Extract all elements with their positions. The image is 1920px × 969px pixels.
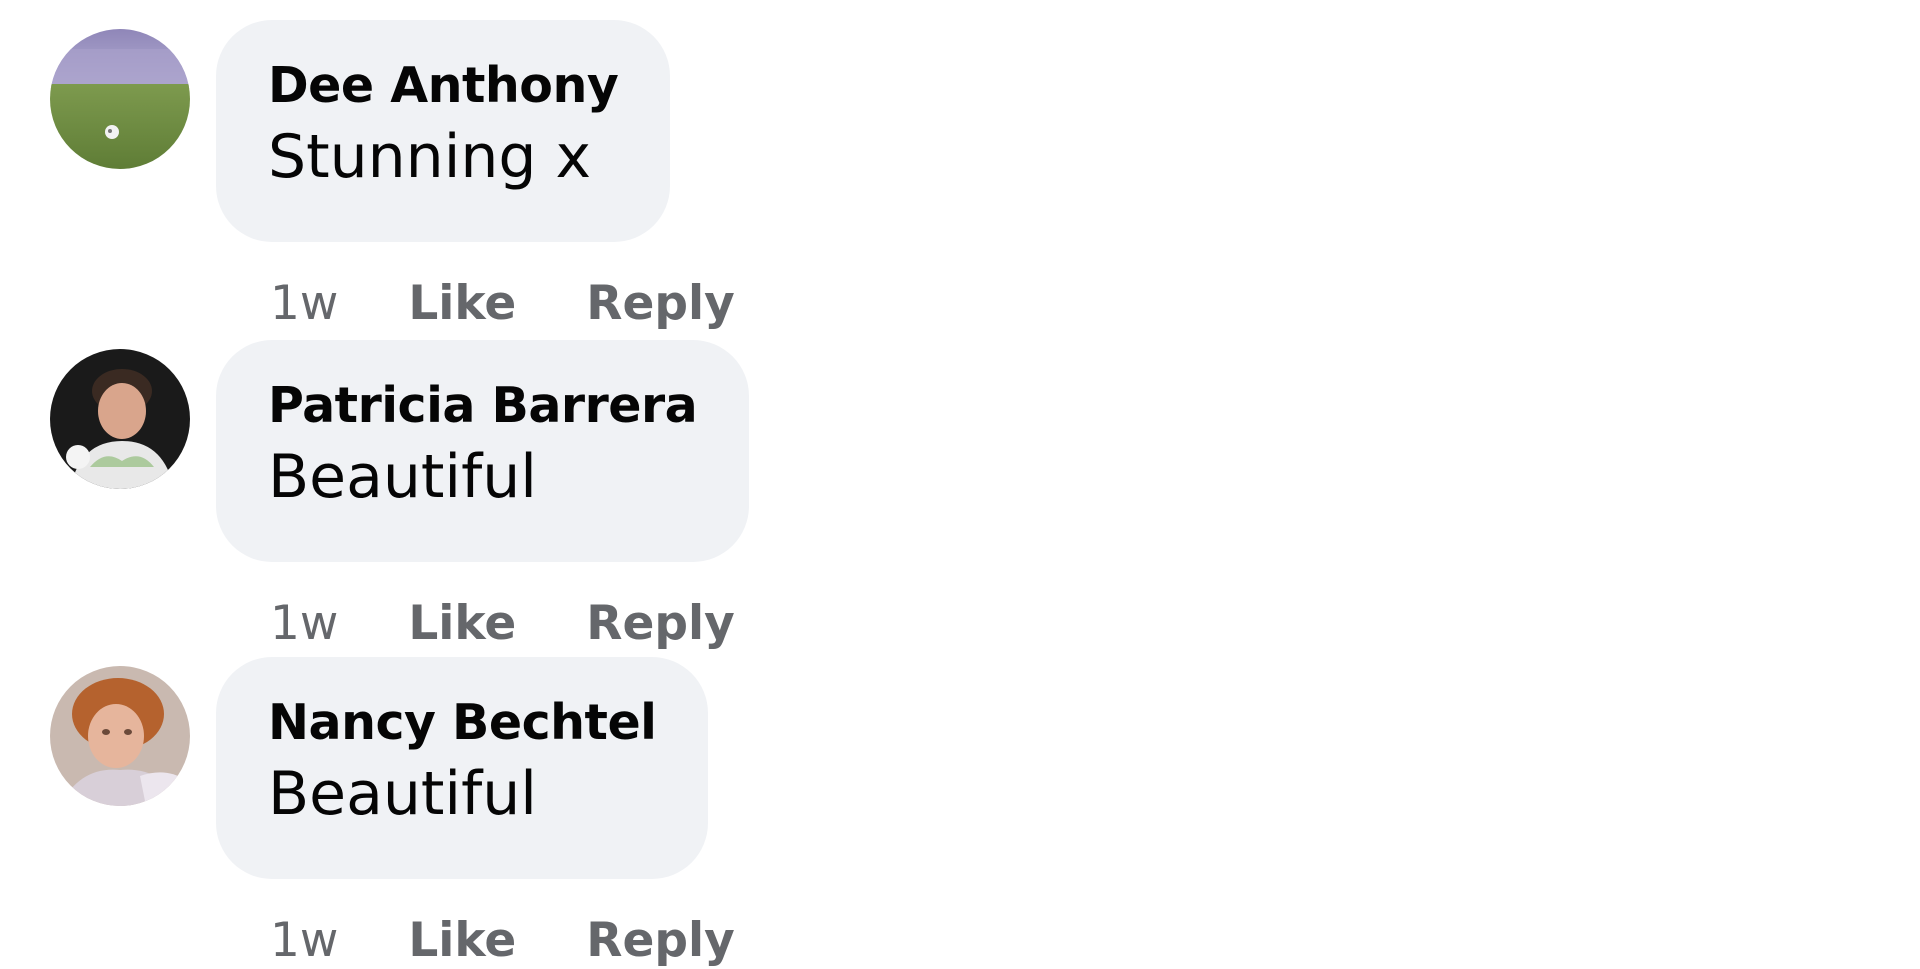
comment-actions: 1w Like Reply xyxy=(270,913,735,969)
comment-author-name[interactable]: Patricia Barrera xyxy=(268,376,698,436)
like-button[interactable]: Like xyxy=(408,596,516,652)
comment-actions: 1w Like Reply xyxy=(270,276,735,332)
comment-timestamp[interactable]: 1w xyxy=(270,913,338,969)
comment-item: Patricia Barrera Beautiful 1w Like Reply xyxy=(0,340,1000,651)
comment-timestamp[interactable]: 1w xyxy=(270,276,338,332)
comment-author-name[interactable]: Nancy Bechtel xyxy=(268,693,657,753)
avatar-photo-person-icon xyxy=(50,349,190,489)
comment-item: Nancy Bechtel Beautiful 1w Like Reply xyxy=(0,657,1000,968)
comment-actions: 1w Like Reply xyxy=(270,596,735,652)
reply-button[interactable]: Reply xyxy=(586,913,734,969)
comment-text: Beautiful xyxy=(268,759,537,829)
comment-text: Stunning x xyxy=(268,122,592,192)
avatar-photo-field-icon xyxy=(50,29,190,169)
comment-list: Dee Anthony Stunning x 1w Like Reply Patri… xyxy=(0,0,1920,968)
comment-text: Beautiful xyxy=(268,442,537,512)
avatar[interactable] xyxy=(50,666,190,806)
avatar-photo-person-icon xyxy=(50,666,190,806)
like-button[interactable]: Like xyxy=(408,276,516,332)
comment-bubble: Dee Anthony Stunning x xyxy=(216,20,671,242)
reply-button[interactable]: Reply xyxy=(586,596,734,652)
like-button[interactable]: Like xyxy=(408,913,516,969)
reply-button[interactable]: Reply xyxy=(586,276,734,332)
comment-timestamp[interactable]: 1w xyxy=(270,596,338,652)
avatar[interactable] xyxy=(50,349,190,489)
avatar[interactable] xyxy=(50,29,190,169)
comment-item: Dee Anthony Stunning x 1w Like Reply xyxy=(0,20,1000,331)
comment-author-name[interactable]: Dee Anthony xyxy=(268,56,619,116)
comment-bubble: Patricia Barrera Beautiful xyxy=(216,340,750,562)
comment-bubble: Nancy Bechtel Beautiful xyxy=(216,657,709,879)
